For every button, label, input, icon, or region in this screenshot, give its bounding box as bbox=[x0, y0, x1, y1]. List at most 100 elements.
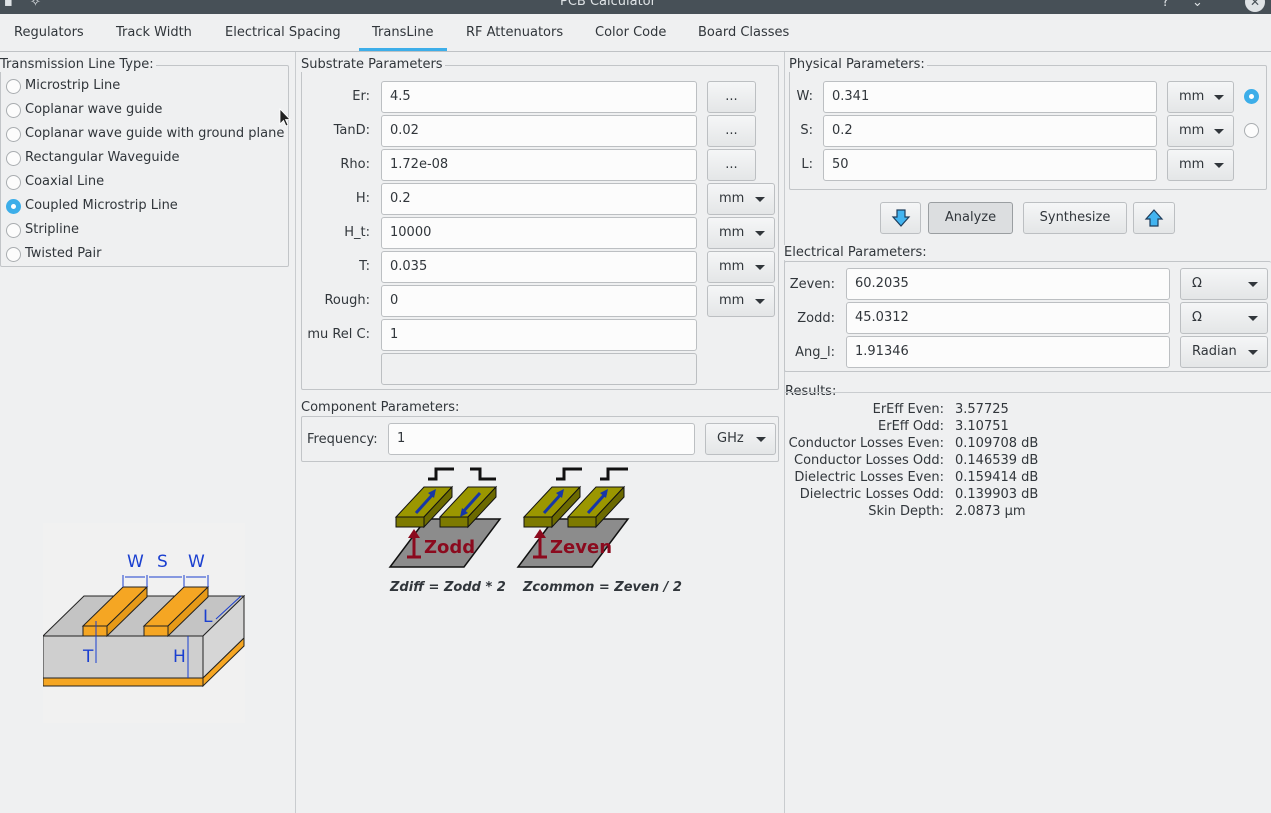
s-unit-value: mm bbox=[1179, 123, 1205, 138]
chevron-down-icon bbox=[1248, 350, 1258, 355]
zodd-label: Zodd: bbox=[797, 311, 835, 326]
result-label-ereff-odd: ErEff Odd: bbox=[878, 419, 944, 434]
radio-label-coax[interactable]: Coaxial Line bbox=[25, 174, 104, 189]
murelc-input[interactable]: 1 bbox=[381, 319, 697, 351]
tab-track-width[interactable]: Track Width bbox=[116, 25, 192, 40]
rough-unit-select[interactable]: mm bbox=[707, 285, 775, 317]
w-input[interactable]: 0.341 bbox=[823, 81, 1157, 113]
zodd-input[interactable]: 45.0312 bbox=[846, 302, 1170, 334]
component-title: Component Parameters: bbox=[301, 400, 462, 415]
angl-unit-select[interactable]: Radian bbox=[1180, 336, 1268, 368]
rho-select-button[interactable]: ... bbox=[707, 149, 756, 181]
formula-zcommon: Zcommon = Zeven / 2 bbox=[523, 580, 682, 595]
s-input[interactable]: 0.2 bbox=[823, 115, 1157, 147]
tand-input[interactable]: 0.02 bbox=[381, 115, 697, 147]
radio-label-microstrip[interactable]: Microstrip Line bbox=[25, 78, 120, 93]
tand-select-button[interactable]: ... bbox=[707, 115, 756, 147]
minimize-icon[interactable]: ⌄ bbox=[1192, 0, 1203, 10]
keep-above-icon[interactable]: ⌃ bbox=[1132, 0, 1143, 10]
radio-coplanar[interactable] bbox=[6, 103, 21, 118]
pin-icon[interactable]: ✧ bbox=[30, 0, 41, 10]
zeven-input[interactable]: 60.2035 bbox=[846, 268, 1170, 300]
radio-coupled-microstrip[interactable] bbox=[6, 199, 21, 214]
synthesize-arrow-button[interactable] bbox=[1133, 202, 1175, 234]
s-unit-select[interactable]: mm bbox=[1167, 115, 1234, 147]
ht-input[interactable]: 10000 bbox=[381, 217, 697, 249]
radio-label-stripline[interactable]: Stripline bbox=[25, 222, 79, 237]
zeven-unit-value: Ω bbox=[1192, 276, 1202, 291]
maximize-icon[interactable]: ⌃ bbox=[1218, 0, 1229, 10]
dim-label-w2: W bbox=[188, 552, 205, 572]
angl-input[interactable]: 1.91346 bbox=[846, 336, 1170, 368]
t-unit-select[interactable]: mm bbox=[707, 251, 775, 283]
tab-regulators[interactable]: Regulators bbox=[14, 25, 84, 40]
radio-stripline[interactable] bbox=[6, 223, 21, 238]
radio-label-twisted-pair[interactable]: Twisted Pair bbox=[25, 246, 101, 261]
tab-bar: Regulators Track Width Electrical Spacin… bbox=[0, 14, 1271, 52]
tab-board-classes[interactable]: Board Classes bbox=[698, 25, 789, 40]
chevron-down-icon bbox=[755, 197, 765, 202]
electrical-title: Electrical Parameters: bbox=[784, 245, 929, 260]
radio-synthesize-w[interactable] bbox=[1244, 89, 1259, 104]
result-value-diel-loss-odd: 0.139903 dB bbox=[955, 487, 1039, 502]
t-label: T: bbox=[359, 259, 370, 274]
ht-unit-select[interactable]: mm bbox=[707, 217, 775, 249]
physical-title: Physical Parameters: bbox=[789, 57, 927, 72]
analyze-arrow-button[interactable] bbox=[880, 202, 921, 234]
synthesize-button[interactable]: Synthesize bbox=[1023, 202, 1127, 234]
frequency-unit-select[interactable]: GHz bbox=[705, 423, 776, 455]
active-tab-indicator bbox=[359, 48, 447, 51]
result-value-cond-loss-even: 0.109708 dB bbox=[955, 436, 1039, 451]
tab-rf-attenuators[interactable]: RF Attenuators bbox=[466, 25, 563, 40]
analyze-button[interactable]: Analyze bbox=[928, 202, 1013, 234]
h-label: H: bbox=[355, 191, 370, 206]
radio-synthesize-s[interactable] bbox=[1244, 123, 1259, 138]
zeven-unit-select[interactable]: Ω bbox=[1180, 268, 1268, 300]
l-input[interactable]: 50 bbox=[823, 149, 1157, 181]
l-unit-select[interactable]: mm bbox=[1167, 149, 1234, 181]
dim-label-s: S bbox=[157, 552, 168, 572]
zodd-unit-select[interactable]: Ω bbox=[1180, 302, 1268, 334]
result-value-skin-depth: 2.0873 µm bbox=[955, 504, 1026, 519]
t-input[interactable]: 0.035 bbox=[381, 251, 697, 283]
frequency-label: Frequency: bbox=[307, 432, 378, 447]
tab-transline[interactable]: TransLine bbox=[372, 25, 433, 40]
h-unit-select[interactable]: mm bbox=[707, 183, 775, 215]
radio-microstrip[interactable] bbox=[6, 79, 21, 94]
mouse-cursor-icon bbox=[279, 108, 291, 127]
ht-label: H_t: bbox=[344, 225, 370, 240]
tab-electrical-spacing[interactable]: Electrical Spacing bbox=[225, 25, 341, 40]
rough-input[interactable]: 0 bbox=[381, 285, 697, 317]
chevron-down-icon bbox=[755, 299, 765, 304]
formula-zdiff: Zdiff = Zodd * 2 bbox=[390, 580, 506, 595]
chevron-down-icon bbox=[755, 265, 765, 270]
radio-label-coupled-microstrip[interactable]: Coupled Microstrip Line bbox=[25, 198, 178, 213]
dim-label-w1: W bbox=[127, 552, 144, 572]
frequency-input[interactable]: 1 bbox=[388, 423, 695, 455]
tand-label: TanD: bbox=[333, 123, 370, 138]
w-unit-select[interactable]: mm bbox=[1167, 81, 1234, 113]
er-select-button[interactable]: ... bbox=[707, 81, 756, 113]
h-input[interactable]: 0.2 bbox=[381, 183, 697, 215]
t-unit-value: mm bbox=[719, 259, 745, 274]
radio-twisted-pair[interactable] bbox=[6, 247, 21, 262]
radio-label-coplanar-ground[interactable]: Coplanar wave guide with ground plane bbox=[25, 126, 284, 141]
rough-unit-value: mm bbox=[719, 293, 745, 308]
radio-coplanar-ground[interactable] bbox=[6, 127, 21, 142]
radio-label-rect-waveguide[interactable]: Rectangular Waveguide bbox=[25, 150, 179, 165]
radio-coax[interactable] bbox=[6, 175, 21, 190]
angl-unit-value: Radian bbox=[1192, 344, 1237, 359]
close-icon[interactable]: ✕ bbox=[1245, 0, 1265, 12]
result-label-skin-depth: Skin Depth: bbox=[868, 504, 944, 519]
rho-input[interactable]: 1.72e-08 bbox=[381, 149, 697, 181]
help-icon[interactable]: ? bbox=[1162, 0, 1169, 10]
angl-label: Ang_l: bbox=[795, 345, 835, 360]
dim-label-t: T bbox=[82, 647, 94, 667]
zodd-unit-value: Ω bbox=[1192, 310, 1202, 325]
splitter-left[interactable] bbox=[295, 52, 296, 813]
tab-color-code[interactable]: Color Code bbox=[595, 25, 666, 40]
result-value-diel-loss-even: 0.159414 dB bbox=[955, 470, 1039, 485]
er-input[interactable]: 4.5 bbox=[381, 81, 697, 113]
radio-label-coplanar[interactable]: Coplanar wave guide bbox=[25, 102, 162, 117]
radio-rect-waveguide[interactable] bbox=[6, 151, 21, 166]
